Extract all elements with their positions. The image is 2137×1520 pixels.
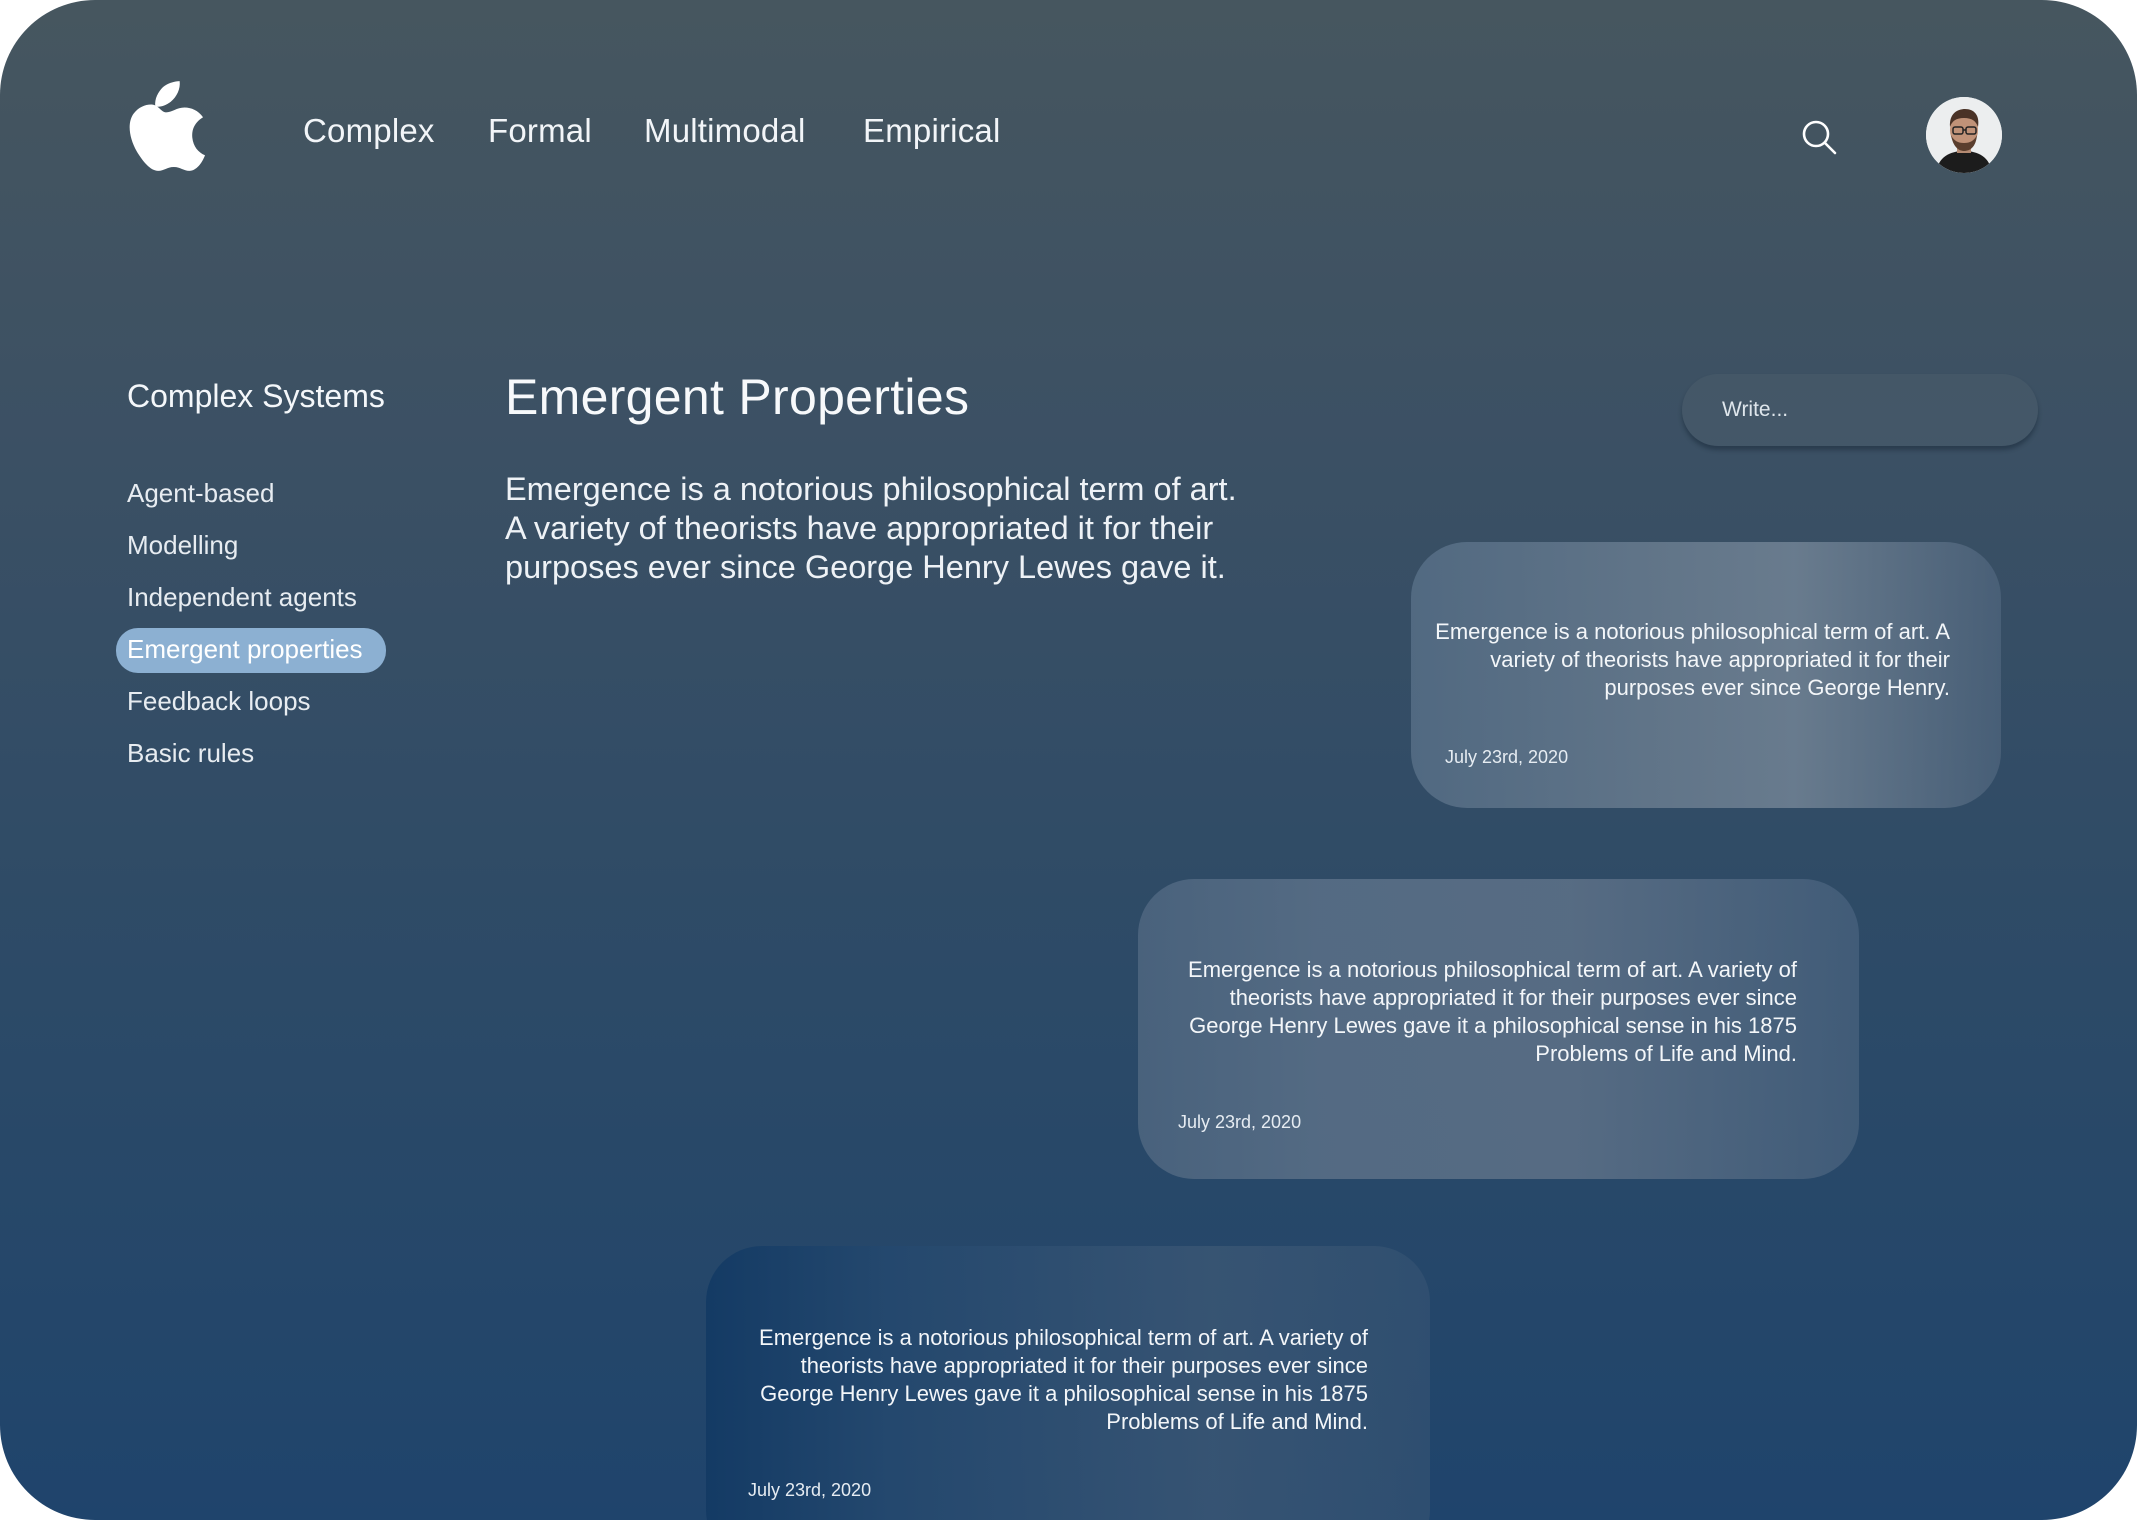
nav-multimodal[interactable]: Multimodal: [644, 112, 806, 150]
comment-date: July 23rd, 2020: [1445, 747, 1569, 767]
comment-card[interactable]: Emergence is a notorious philosophical t…: [1138, 879, 1859, 1179]
comment-date: July 23rd, 2020: [748, 1480, 872, 1500]
write-input[interactable]: [1682, 374, 2038, 446]
intro-text: Emergence is a notorious philosophical t…: [505, 471, 1237, 585]
sidebar-item-independent-agents[interactable]: Independent agents: [127, 582, 357, 613]
sidebar-item-feedback-loops[interactable]: Feedback loops: [127, 686, 311, 717]
comment-text: Emergence is a notorious philosophical t…: [759, 1325, 1368, 1434]
sidebar-item-emergent-properties[interactable]: Emergent properties: [116, 628, 386, 673]
apple-logo-icon[interactable]: [127, 80, 205, 172]
comment-card[interactable]: Emergence is a notorious philosophical t…: [706, 1246, 1430, 1520]
sidebar-item-agent-based[interactable]: Agent-based: [127, 478, 274, 509]
search-icon[interactable]: [1800, 118, 1838, 156]
comment-date: July 23rd, 2020: [1178, 1112, 1302, 1132]
comment-card[interactable]: Emergence is a notorious philosophical t…: [1411, 542, 2001, 808]
nav-empirical[interactable]: Empirical: [863, 112, 1001, 150]
nav-complex[interactable]: Complex: [303, 112, 435, 150]
sidebar-title: Complex Systems: [127, 378, 385, 414]
nav-formal[interactable]: Formal: [488, 112, 592, 150]
sidebar-item-modelling[interactable]: Modelling: [127, 530, 238, 561]
page-title: Emergent Properties: [505, 369, 970, 425]
app-window: Complex Formal Multimodal Empirical Comp…: [0, 0, 2137, 1520]
comment-text: Emergence is a notorious philosophical t…: [1435, 619, 1950, 700]
sidebar-item-basic-rules[interactable]: Basic rules: [127, 738, 254, 769]
comment-text: Emergence is a notorious philosophical t…: [1188, 957, 1797, 1066]
avatar[interactable]: [1926, 97, 2002, 173]
